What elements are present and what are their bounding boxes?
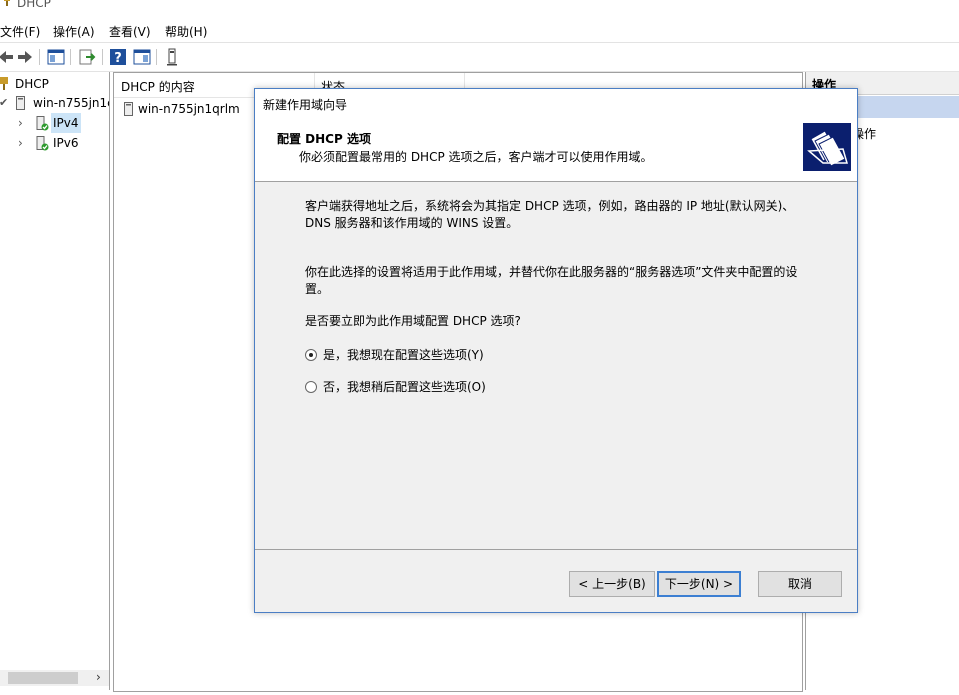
menu-help[interactable]: 帮助(H) [165,23,207,40]
properties-pane-icon[interactable] [132,47,152,67]
dialog-titlebar[interactable]: 新建作用域向导 [255,89,857,117]
tree-item-server[interactable]: ✔ win-n755jn1c [0,93,109,113]
back-button[interactable]: < 上一步(B) [569,571,655,597]
menu-action[interactable]: 操作(A) [53,23,95,40]
list-item-label: win-n755jn1qrlm [138,102,240,116]
window-title: DHCP [17,0,51,10]
server-icon [124,102,133,116]
wizard-paragraph-1: 客户端获得地址之后，系统将会为其指定 DHCP 选项，例如，路由器的 IP 地址… [305,199,795,230]
radio-selected-icon[interactable] [305,349,317,361]
back-arrow-icon[interactable] [0,47,16,67]
radio-no-label[interactable]: 否，我想稍后配置这些选项(O) [323,379,486,395]
help-icon[interactable]: ? [108,47,128,67]
wizard-page-title: 配置 DHCP 选项 [277,132,371,146]
wizard-page-subtitle: 你必须配置最常用的 DHCP 选项之后，客户端才可以使用作用域。 [299,150,653,164]
menu-view[interactable]: 查看(V) [109,23,151,40]
toolbar-separator [102,49,103,65]
wizard-separator [255,549,857,550]
scrollbar-thumb[interactable] [8,672,78,684]
chevron-right-icon[interactable]: › [18,133,23,153]
window-titlebar: DHCP [0,0,959,16]
dhcp-icon [4,0,10,6]
svg-text:?: ? [114,51,122,66]
wizard-question: 是否要立即为此作用域配置 DHCP 选项? [305,314,521,328]
dialog-title: 新建作用域向导 [263,98,348,112]
chevron-right-icon[interactable]: › [18,113,23,133]
menu-file[interactable]: 文件(F) [0,23,40,40]
tree-label-server: win-n755jn1c [33,96,109,110]
ipv4-icon [36,116,49,131]
next-button[interactable]: 下一步(N) > [657,571,741,597]
chevron-down-icon[interactable]: ✔ [0,93,8,113]
export-list-icon[interactable] [77,47,97,67]
server-status-icon[interactable] [162,47,182,67]
horizontal-scrollbar[interactable]: › [0,670,109,686]
cancel-button[interactable]: 取消 [758,571,842,597]
show-hide-tree-icon[interactable] [46,47,66,67]
column-name[interactable]: DHCP 的内容 [121,78,195,95]
ipv6-icon [36,136,49,151]
forward-arrow-icon[interactable] [15,47,35,67]
dhcp-icon [0,77,8,90]
radio-unselected-icon[interactable] [305,381,317,393]
toolbar-separator [39,49,40,65]
wizard-paragraph-2: 你在此选择的设置将适用于此作用域，并替代你在此服务器的“服务器选项”文件夹中配置… [305,265,798,296]
toolbar-separator [156,49,157,65]
wizard-header: 配置 DHCP 选项 你必须配置最常用的 DHCP 选项之后，客户端才可以使用作… [255,117,857,182]
folder-documents-icon [803,123,851,171]
menubar: 文件(F) 操作(A) 查看(V) 帮助(H) [0,20,959,42]
tree-label-ipv4: IPv4 [51,113,81,133]
scroll-right-icon[interactable]: › [96,670,101,684]
tree-label-ipv6: IPv6 [53,136,79,150]
new-scope-wizard-dialog: 新建作用域向导 配置 DHCP 选项 你必须配置最常用的 DHCP 选项之后，客… [254,88,858,613]
toolbar: ? [0,42,959,72]
toolbar-separator [70,49,71,65]
tree-label-dhcp: DHCP [15,77,49,91]
server-icon [16,96,25,110]
radio-yes-label[interactable]: 是，我想现在配置这些选项(Y) [323,347,484,363]
console-tree: DHCP ✔ win-n755jn1c › IPv4 › IPv6 › [0,72,110,690]
